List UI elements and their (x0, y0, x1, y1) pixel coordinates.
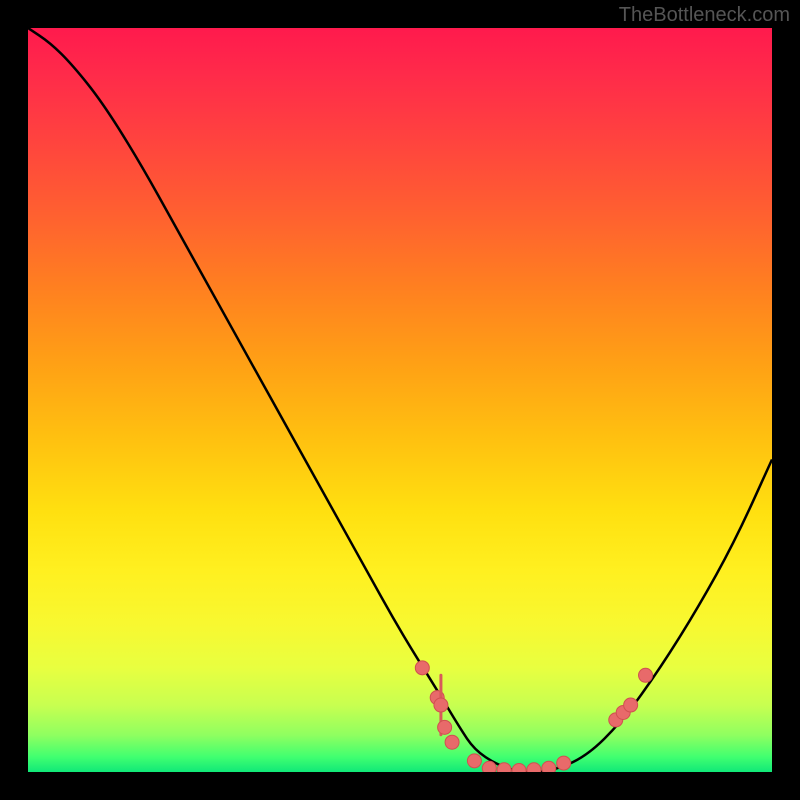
plot-area (28, 28, 772, 772)
watermark-text: TheBottleneck.com (619, 4, 790, 27)
bottleneck-curve (28, 28, 772, 772)
scatter-points (415, 661, 652, 772)
chart-svg (28, 28, 772, 772)
